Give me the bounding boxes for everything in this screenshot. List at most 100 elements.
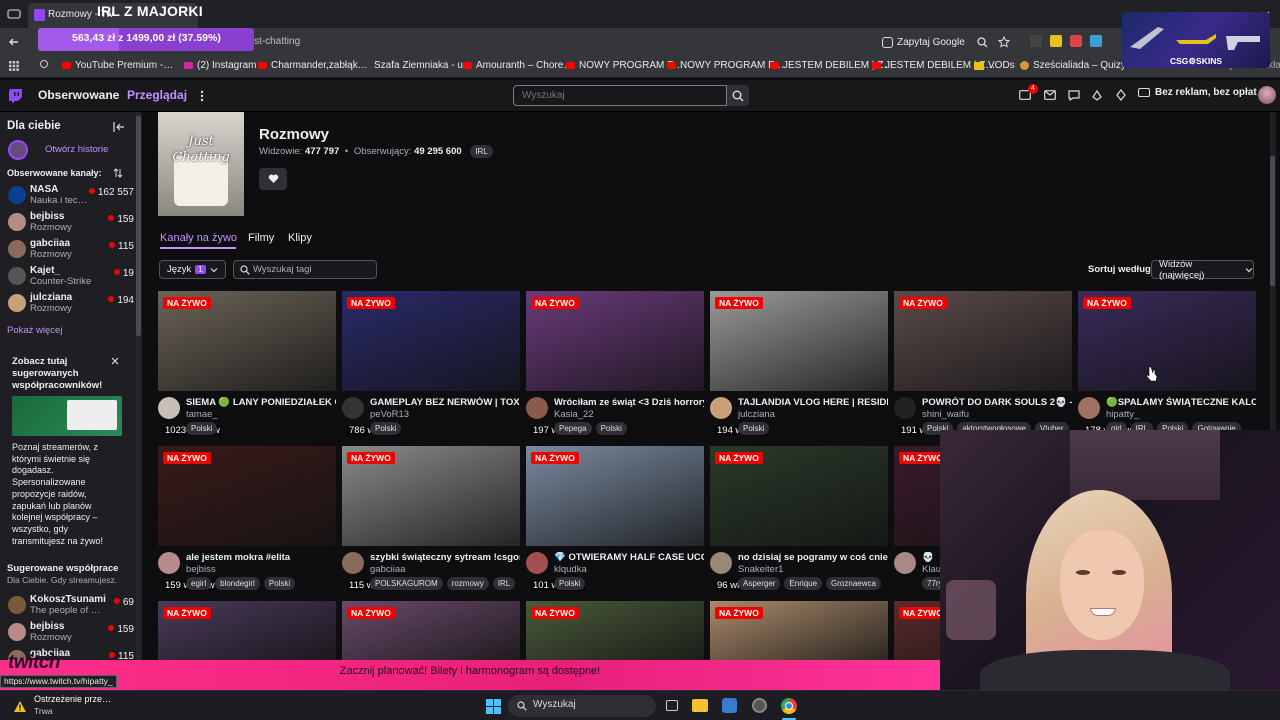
stream-tag[interactable]: rozmowy [446,577,489,590]
category-tag[interactable]: IRL [470,145,493,158]
stream-tag[interactable]: IRL [492,577,516,590]
channel-name[interactable]: Kasia_22 [554,409,594,420]
bookmark-item[interactable]: Szafa Ziemniaka - u… [362,60,473,71]
tab-clips[interactable]: Klipy [288,232,312,244]
twitch-logo-icon[interactable] [8,88,22,104]
suggested-channel[interactable]: bejbiss Rozmowy 159 [8,621,136,647]
sidebar-channel[interactable]: julcziana Rozmowy 194 [8,292,136,318]
stream-card[interactable]: NA ŻYWO1023 widzówSIEMA 🟢 LANY PONIEDZIA… [158,291,336,441]
no-ads-button[interactable]: Bez reklam, bez opłat [1138,87,1257,98]
sort-dropdown[interactable]: Widzów (najwięcej) [1151,259,1254,281]
open-history-row[interactable]: Otwórz historie [8,140,136,160]
google-lens-button[interactable]: Zapytaj Google [882,32,965,52]
bookmark-item[interactable]: Sześcialiada – Quizy… [1020,60,1136,71]
stream-card[interactable]: NA ŻYWO786 widzówGAMEPLAY BEZ NERWÓW | T… [342,291,520,441]
channel-name[interactable]: tamae_ [186,409,218,420]
star-bookmark-icon[interactable] [996,34,1012,50]
avatar[interactable] [342,397,364,419]
sidebar-channel[interactable]: NASA Nauka i tec… 162 557 [8,184,136,210]
channel-name[interactable]: shini_waifu [922,409,969,420]
avatar[interactable] [158,397,180,419]
crystal-icon[interactable] [1114,88,1128,102]
promo-banner[interactable]: Zacznij planować! Bilety i harmonogram s… [0,660,940,690]
avatar[interactable] [894,397,916,419]
avatar[interactable] [894,552,916,574]
avatar[interactable] [710,552,732,574]
app-icon[interactable] [752,698,767,713]
search-button[interactable] [727,85,749,106]
channel-name[interactable]: peVoR13 [370,409,409,420]
channel-name[interactable]: bejbiss [186,564,216,575]
stream-card[interactable]: NA ŻYWO194 widzówTAJLANDIA VLOG HERE | R… [710,291,888,441]
stream-tag[interactable]: Enrique [784,577,823,590]
stream-tag[interactable]: POLSKAGUROM [370,577,443,590]
stream-card[interactable]: NA ŻYWO159 widzówale jestem mokra #elita… [158,446,336,596]
more-vertical-icon[interactable] [196,88,208,104]
stream-tag[interactable]: Polski [738,422,770,435]
avatar[interactable] [342,552,364,574]
user-avatar[interactable] [1258,86,1276,104]
stream-card[interactable]: NA ŻYWO101 widzów💎 OTWIERAMY HALF CASE U… [526,446,704,596]
sidebar-channel[interactable]: gabciiaa Rozmowy 115 [8,238,136,264]
extension-icon[interactable] [1090,35,1102,47]
stream-title[interactable]: szybki świąteczny sytream !csgos… [370,552,520,563]
back-arrow-icon[interactable] [6,34,22,50]
extension-icon[interactable] [1070,35,1082,47]
stream-card[interactable]: NA ŻYWO191 widzówPOWRÓT DO DARK SOULS 2💀… [894,291,1072,441]
file-explorer-icon[interactable] [692,699,708,712]
channel-name[interactable]: klqudka [554,564,587,575]
avatar[interactable] [710,397,732,419]
stream-title[interactable]: ale jestem mokra #elita [186,552,336,563]
channel-name[interactable]: Klau [922,564,941,575]
avatar[interactable] [1078,397,1100,419]
bookmark-item[interactable]: Charmander,zabłąk… [258,60,368,71]
stream-tag[interactable]: blondegirl [215,577,260,590]
stream-tag[interactable]: Polski [370,422,402,435]
url-field[interactable]: st-chatting [254,31,864,53]
stream-title[interactable]: 🟢SPALAMY ŚWIĄTECZNE KALOR… [1106,397,1256,408]
channel-name[interactable]: Snakeiter1 [738,564,783,575]
channel-name[interactable]: julcziana [738,409,775,420]
sort-icon[interactable] [112,167,124,179]
tab-live-channels[interactable]: Kanały na żywo [160,232,237,244]
channel-name[interactable]: hipatty_ [1106,409,1139,420]
zoom-icon[interactable] [974,34,990,50]
avatar[interactable] [526,397,548,419]
bookmark-item[interactable]: NOWY PROGRAM F… [566,60,683,71]
bookmark-item[interactable]: YouTube Premium -… [62,60,173,71]
stream-title[interactable]: 💎 OTWIERAMY HALF CASE UCC! … [554,552,704,563]
stream-title[interactable]: POWRÓT DO DARK SOULS 2💀 - p… [922,397,1072,408]
bits-icon[interactable] [1090,88,1104,102]
avatar[interactable] [526,552,548,574]
channel-name[interactable]: gabciiaa [370,564,405,575]
scrollbar[interactable] [136,112,141,660]
taskbar-search[interactable]: Wyszukaj [508,695,656,717]
stream-tag[interactable]: Polski [554,577,586,590]
extension-icon[interactable] [1050,35,1062,47]
stream-title[interactable]: TAJLANDIA VLOG HERE | RESIDEN… [738,397,888,408]
close-icon[interactable] [110,356,120,366]
stream-title[interactable]: no dzisiaj se pogramy w coś cnie? … [738,552,888,563]
stream-title[interactable]: SIEMA 🟢 LANY PONIEDZIAŁEK CA… [186,397,336,408]
stream-card[interactable]: NA ŻYWO96 widzówno dzisiaj se pogramy w … [710,446,888,596]
stream-title[interactable]: Wróciłam ze świąt <3 Dziś horrory … [554,397,704,408]
show-more-link[interactable]: Pokaż więcej [7,325,62,336]
avatar[interactable] [158,552,180,574]
tab-group-icon[interactable] [6,6,22,22]
stream-card[interactable]: NA ŻYWO178 widzów🟢SPALAMY ŚWIĄTECZNE KAL… [1078,291,1256,441]
stream-card[interactable]: NA ŻYWO197 widzówWróciłam ze świąt <3 Dz… [526,291,704,441]
bookmark-item[interactable]: (2) Instagram [184,60,256,71]
task-view-icon[interactable] [666,700,678,711]
nav-followed[interactable]: Obserwowane [38,88,119,102]
chrome-icon[interactable] [781,698,797,714]
whispers-icon[interactable] [1067,88,1081,102]
tab-videos[interactable]: Filmy [248,232,274,244]
warning-icon[interactable] [12,698,28,714]
nav-browse[interactable]: Przeglądaj [127,88,187,102]
bookmark-item[interactable]: VODs [974,60,1015,71]
stream-tag[interactable]: Polski [186,422,218,435]
stream-title[interactable]: GAMEPLAY BEZ NERWÓW | TOXIC… [370,397,520,408]
tag-search-field[interactable]: Wyszukaj tagi [233,260,377,279]
bookmark-item[interactable] [40,60,48,68]
suggested-channel[interactable]: KokoszTsunami The people of … 69 [8,594,136,620]
